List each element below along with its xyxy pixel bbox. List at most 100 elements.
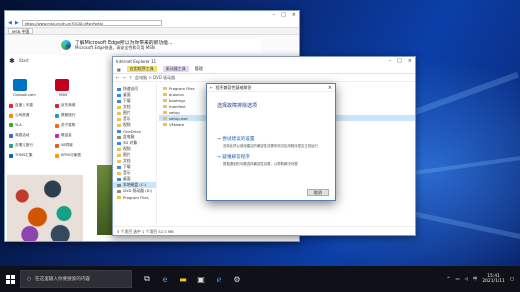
computer-icon [117,135,121,139]
msn-tile-icon[interactable] [55,79,69,91]
link-icon [9,133,13,138]
forward-icon[interactable]: → [122,75,125,80]
taskbar-pinned: ⧉ e ▬ ▣ ℯ ⚙ [142,274,242,284]
tab-manage[interactable]: 管理 [195,66,203,72]
msn-link-row[interactable]: YLA [9,123,22,127]
start-button[interactable] [0,266,20,292]
msn-link-row[interactable]: 携程旅行 [55,113,75,118]
tab-msn[interactable]: MSN 中国 [8,28,34,34]
msn-link-row[interactable]: 商旅活动 [9,133,29,138]
msn-tile-label: MSN [59,93,68,97]
url-field[interactable]: https://www.msn.cn/zh-cn?OCID=MsnPortal [21,20,162,26]
folder-icon [117,177,121,181]
network-icon[interactable]: ▭ [455,277,459,282]
notification-icon[interactable]: ▢ [510,277,514,282]
dialog-title: 程序兼容性疑难解答 [215,84,252,90]
volume-icon[interactable]: ◁ [465,277,468,282]
file-explorer-icon[interactable]: ▬ [178,274,188,284]
msn-link-row[interactable]: 苏宁易购 [55,123,75,128]
link-icon [9,143,13,148]
msn-link-row[interactable]: 58同城 [55,143,73,148]
msn-link-row[interactable]: 京东商城 [55,103,75,108]
minimize-icon[interactable]: – [389,58,392,64]
msn-link[interactable]: KFRS中家居 [61,153,81,158]
msn-link[interactable]: 携程旅行 [61,113,75,118]
cancel-button[interactable]: 取消 [307,189,329,196]
edge-banner-subtitle: Microsoft Edge快速，高安全性和可用 MSN [75,45,155,50]
folder-icon [163,122,167,126]
windows-icon [5,274,15,284]
folder-icon [117,117,121,121]
maximize-icon[interactable]: □ [397,58,402,64]
explorer-title: Internet Explorer 11 [116,58,157,64]
clock[interactable]: 15:41 2021/1/11 [482,274,505,285]
dialog-titlebar[interactable]: ← 程序兼容性疑难解答 × [207,84,335,92]
edge-icon[interactable]: e [160,274,170,284]
msn-link[interactable]: 唯品会 [61,133,72,138]
taskbar-search[interactable]: ○ 在这里输入你要搜索的内容 [20,270,132,288]
tab-drive-tools[interactable]: 驱动器工具 [162,66,189,72]
back-icon[interactable]: ◀ [8,20,12,26]
folder-icon [117,99,121,103]
nav-item[interactable]: Program Files [113,194,156,200]
store-icon[interactable]: ▣ [196,274,206,284]
folder-icon [117,165,121,169]
link-icon [9,123,13,127]
up-icon[interactable]: ↑ [129,75,132,80]
input-language[interactable]: 中 [473,276,477,282]
close-icon[interactable]: × [292,12,296,18]
folder-icon [117,159,121,163]
msn-link-row[interactable]: KFRS中家居 [55,153,81,158]
task-view-icon[interactable]: ⧉ [142,274,152,284]
option-try-recommended[interactable]: → 尝试建议的设置 [217,136,254,142]
edge-banner[interactable]: 了解Microsoft Edge所以为你带来的新功能... Microsoft … [61,39,261,53]
msn-link-row[interactable]: 百度 | 天猫 [9,103,33,108]
file-icon [163,98,167,102]
option-troubleshoot-program[interactable]: → 疑难解答程序 [217,154,250,160]
msn-link[interactable]: 去哪儿旅行 [15,143,33,148]
status-bar: 5 个项目 选中 1 个项目 52.5 MB [113,226,415,235]
folder-icon [117,147,121,151]
msn-link-row[interactable]: 公司资源 [9,113,29,118]
system-tray: ^ ▭ ◁ 中 15:41 2021/1/11 ▢ [447,274,520,285]
folder-icon [117,171,121,175]
maximize-icon[interactable]: □ [281,12,286,18]
news-image[interactable] [7,175,83,241]
option-description: 选择此项以使用建议的兼容性设置来测试应用程序是否正常运行 [223,144,318,148]
explorer-titlebar[interactable]: Internet Explorer 11 – □ × [113,57,415,65]
ie-titlebar[interactable]: – □ × [5,11,299,19]
outlook-tile-icon[interactable] [13,79,27,91]
ie-icon[interactable]: ℯ [214,274,224,284]
cloud-icon [117,129,121,133]
option-label[interactable]: 尝试建议的设置 [222,137,254,142]
chevron-up-icon[interactable]: ^ [447,277,451,282]
msn-logo: ✱ [9,57,15,65]
breadcrumb[interactable]: 此电脑 > DVD 驱动器 [135,75,175,81]
msn-link-row[interactable]: TOMS汇集 [9,153,33,158]
msn-link[interactable]: 苏宁易购 [61,123,75,128]
settings-icon[interactable]: ⚙ [232,274,242,284]
forward-icon[interactable]: ▶ [15,20,19,26]
msn-link[interactable]: 公司资源 [15,113,29,118]
file-tab[interactable]: ▦ [117,67,121,72]
close-icon[interactable]: × [328,85,332,91]
close-icon[interactable]: × [408,58,412,64]
tab-app-tools[interactable]: 应用程序工具 [126,66,157,72]
folder-icon [117,141,121,145]
back-icon[interactable]: ← [210,85,213,90]
msn-link-row[interactable]: 去哪儿旅行 [9,143,33,148]
troubleshooter-dialog[interactable]: ← 程序兼容性疑难解答 × 选择故障排除选项 → 尝试建议的设置 选择此项以使用… [206,83,336,201]
option-label[interactable]: 疑难解答程序 [222,155,250,160]
msn-link[interactable]: TOMS汇集 [15,153,33,158]
msn-link[interactable]: 商旅活动 [15,133,29,138]
msn-link-row[interactable]: 唯品会 [55,133,72,138]
msn-sidebar: ✱ Start Outlook.com MSN 百度 | 天猫 京东商城 公司资… [5,55,105,241]
msn-link[interactable]: 百度 | 天猫 [15,103,33,108]
msn-link[interactable]: YLA [15,123,22,127]
back-icon[interactable]: ← [116,75,119,80]
minimize-icon[interactable]: – [273,12,276,18]
file-icon [163,110,167,114]
search-icon: ○ [27,276,32,282]
msn-link[interactable]: 58同城 [61,143,73,148]
msn-link[interactable]: 京东商城 [61,103,75,108]
